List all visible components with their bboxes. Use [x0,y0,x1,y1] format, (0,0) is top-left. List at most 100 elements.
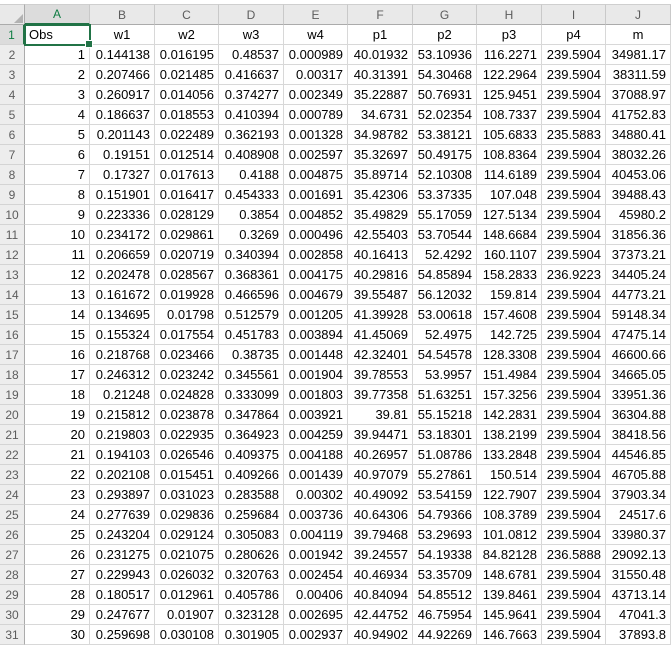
cell[interactable]: 0.001448 [284,345,348,365]
cell[interactable]: 50.76931 [413,85,477,105]
cell[interactable]: 39.24557 [348,545,413,565]
cell[interactable]: 0.362193 [219,125,284,145]
cell[interactable]: 0.3854 [219,205,284,225]
cell[interactable]: 0.259684 [219,505,284,525]
cell[interactable]: 54.30468 [413,65,477,85]
cell[interactable]: 1 [25,45,90,65]
cell[interactable]: 0.023466 [155,345,219,365]
column-header-b[interactable]: B [90,4,155,25]
cell[interactable]: 55.27861 [413,465,477,485]
cell[interactable]: 37373.21 [606,245,671,265]
row-header-20[interactable]: 20 [0,405,25,425]
cell[interactable]: 40.84094 [348,585,413,605]
cell[interactable]: 42.44752 [348,605,413,625]
cell[interactable]: 101.0812 [477,525,542,545]
column-header-e[interactable]: E [284,4,348,25]
cell[interactable]: 0.001691 [284,185,348,205]
cell[interactable]: 0.4188 [219,165,284,185]
cell[interactable]: 20 [25,425,90,445]
cell-header-w1[interactable]: w1 [90,25,155,45]
cell[interactable]: 53.37335 [413,185,477,205]
cell[interactable]: 52.02354 [413,105,477,125]
cell[interactable]: 40.26957 [348,445,413,465]
cell[interactable]: 42.32401 [348,345,413,365]
cell[interactable]: 9 [25,205,90,225]
row-header-1[interactable]: 1 [0,25,25,45]
column-header-i[interactable]: I [542,4,606,25]
row-header-11[interactable]: 11 [0,225,25,245]
row-header-13[interactable]: 13 [0,265,25,285]
cell[interactable]: 0.022489 [155,125,219,145]
cell[interactable]: 12 [25,265,90,285]
row-header-31[interactable]: 31 [0,625,25,645]
cell[interactable]: 235.5883 [542,125,606,145]
cell[interactable]: 39.77358 [348,385,413,405]
cell[interactable]: 18 [25,385,90,405]
cell[interactable]: 40.64306 [348,505,413,525]
cell-header-w4[interactable]: w4 [284,25,348,45]
cell[interactable]: 148.6684 [477,225,542,245]
cell[interactable]: 114.6189 [477,165,542,185]
cell[interactable]: 0.002695 [284,605,348,625]
cell[interactable]: 43713.14 [606,585,671,605]
cell[interactable]: 239.5904 [542,325,606,345]
cell[interactable]: 33980.37 [606,525,671,545]
cell[interactable]: 239.5904 [542,345,606,365]
cell[interactable]: 0.161672 [90,285,155,305]
column-header-g[interactable]: G [413,4,477,25]
cell[interactable]: 0.512579 [219,305,284,325]
cell[interactable]: 0.180517 [90,585,155,605]
row-header-25[interactable]: 25 [0,505,25,525]
cell[interactable]: 3 [25,85,90,105]
row-header-8[interactable]: 8 [0,165,25,185]
cell[interactable]: 34665.05 [606,365,671,385]
cell[interactable]: 0.215812 [90,405,155,425]
cell[interactable]: 50.49175 [413,145,477,165]
cell[interactable]: 46705.88 [606,465,671,485]
cell[interactable]: 148.6781 [477,565,542,585]
row-header-2[interactable]: 2 [0,45,25,65]
cell[interactable]: 53.70544 [413,225,477,245]
cell[interactable]: 0.231275 [90,545,155,565]
cell[interactable]: 0.004175 [284,265,348,285]
cell[interactable]: 0.016195 [155,45,219,65]
cell[interactable]: 0.029124 [155,525,219,545]
cell[interactable]: 29 [25,605,90,625]
cell[interactable]: 145.9641 [477,605,542,625]
cell[interactable]: 239.5904 [542,85,606,105]
cell[interactable]: 239.5904 [542,605,606,625]
cell[interactable]: 40.94902 [348,625,413,645]
cell[interactable]: 0.016417 [155,185,219,205]
cell[interactable]: 0.030108 [155,625,219,645]
cell-header-p2[interactable]: p2 [413,25,477,45]
cell[interactable]: 8 [25,185,90,205]
row-header-10[interactable]: 10 [0,205,25,225]
cell[interactable]: 41.39928 [348,305,413,325]
cell[interactable]: 139.8461 [477,585,542,605]
cell[interactable]: 53.9957 [413,365,477,385]
cell[interactable]: 0.004119 [284,525,348,545]
row-header-5[interactable]: 5 [0,105,25,125]
cell[interactable]: 23 [25,485,90,505]
cell-header-p3[interactable]: p3 [477,25,542,45]
cell[interactable]: 0.000989 [284,45,348,65]
cell[interactable]: 0.202478 [90,265,155,285]
cell[interactable]: 45980.2 [606,205,671,225]
cell[interactable]: 0.014056 [155,85,219,105]
column-header-c[interactable]: C [155,4,219,25]
cell[interactable]: 0.00406 [284,585,348,605]
active-cell-obs[interactable]: Obs [25,25,90,45]
cell[interactable]: 159.814 [477,285,542,305]
cell[interactable]: 0.002597 [284,145,348,165]
row-header-4[interactable]: 4 [0,85,25,105]
cell[interactable]: 0.38735 [219,345,284,365]
cell[interactable]: 56.12032 [413,285,477,305]
cell[interactable]: 0.223336 [90,205,155,225]
cell[interactable]: 127.5134 [477,205,542,225]
cell[interactable]: 7 [25,165,90,185]
cell[interactable]: 239.5904 [542,505,606,525]
cell[interactable]: 0.031023 [155,485,219,505]
cell[interactable]: 0.246312 [90,365,155,385]
cell-header-w3[interactable]: w3 [219,25,284,45]
cell[interactable]: 0.466596 [219,285,284,305]
